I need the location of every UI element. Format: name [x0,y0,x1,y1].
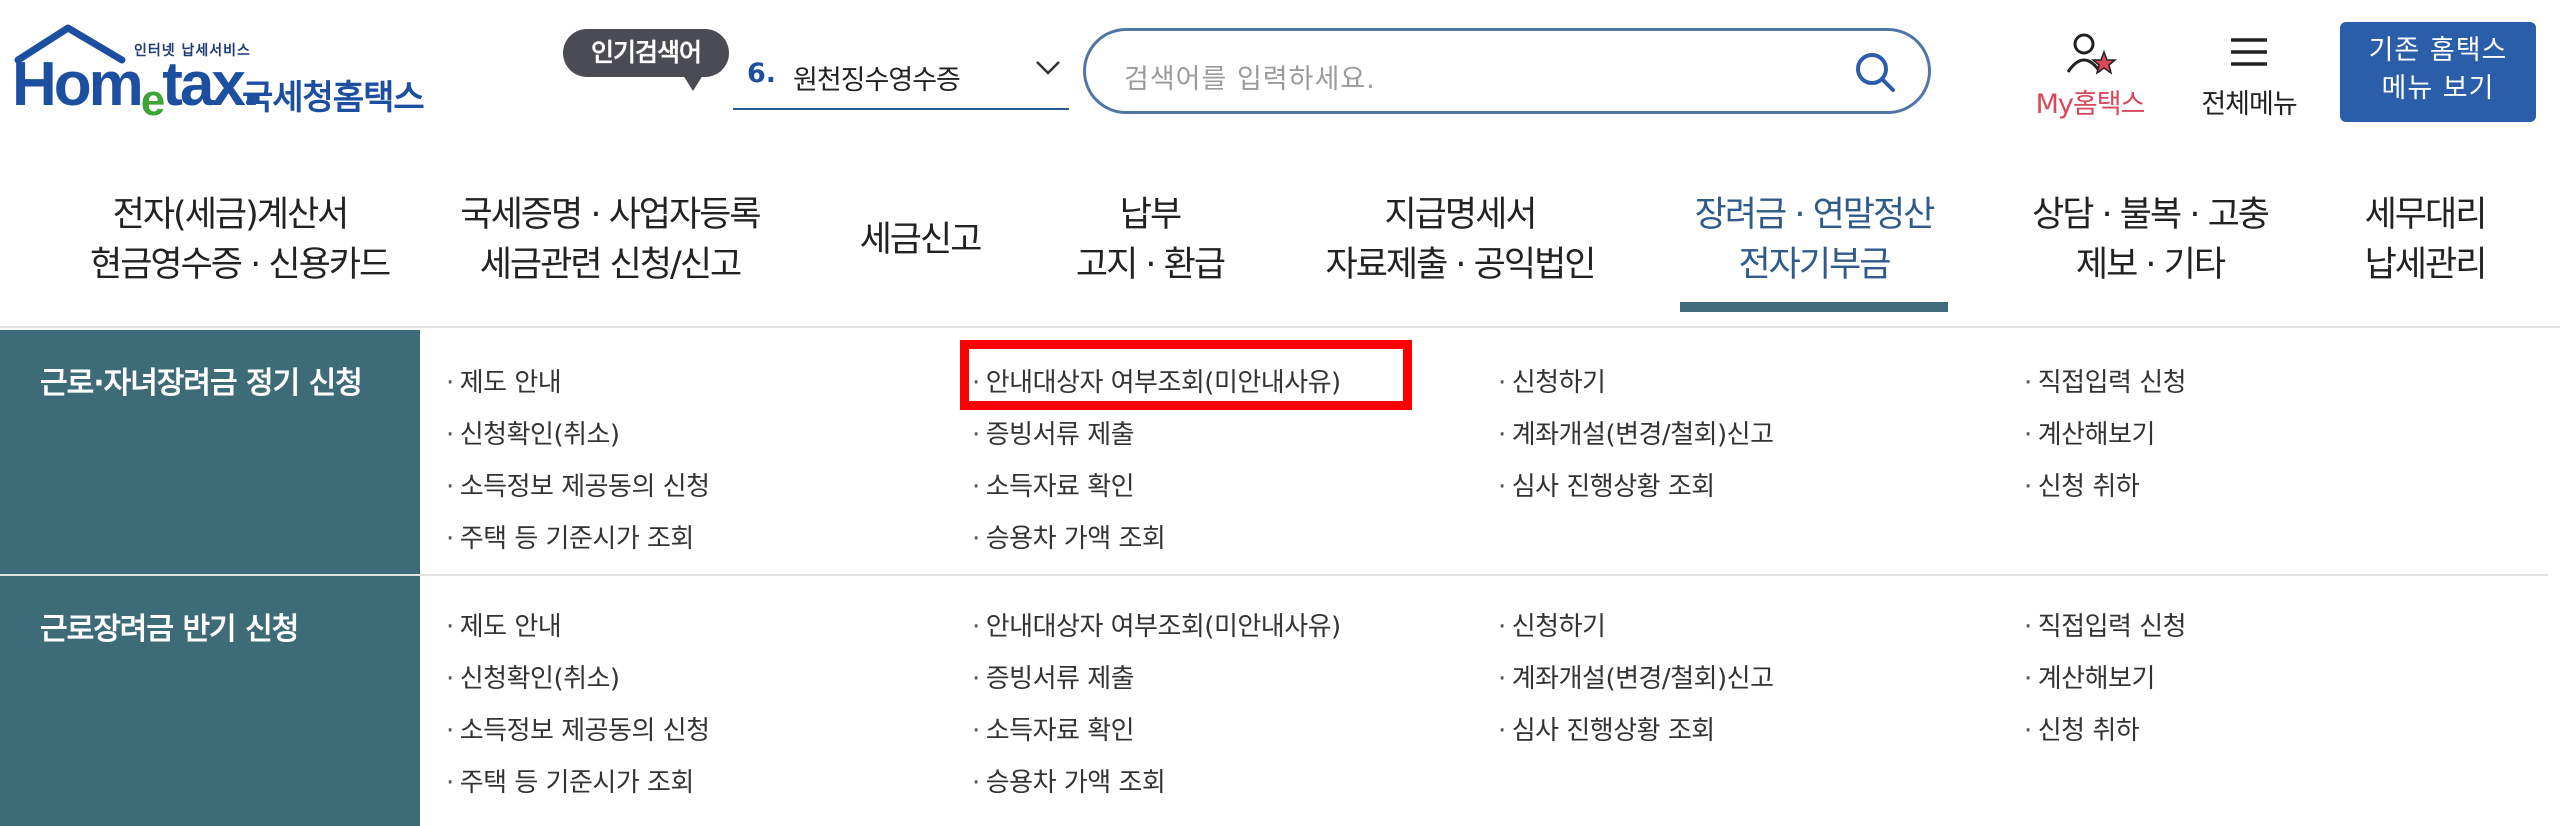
link-withdraw-application[interactable]: 신청 취하 [2024,466,2140,503]
gnb-divider [0,326,2560,328]
section-sidebar: 근로장려금 반기 신청 [0,576,420,826]
link-house-price-check[interactable]: 주택 등 기준시가 조회 [446,518,695,555]
link-car-value-check[interactable]: 승용차 가액 조회 [972,762,1166,799]
search-input[interactable]: 검색어를 입력하세요. [1083,28,1931,114]
mytax-button[interactable]: My홈택스 [2020,30,2160,120]
link-withdraw-application[interactable]: 신청 취하 [2024,710,2140,747]
link-income-consent[interactable]: 소득정보 제공동의 신청 [446,466,710,503]
link-calculate[interactable]: 계산해보기 [2024,414,2156,451]
link-system-guide[interactable]: 제도 안내 [446,606,562,643]
gnb-item-payment[interactable]: 납부 고지 · 환급 [1060,190,1240,290]
hamburger-menu-icon [2231,38,2267,66]
all-menu-label: 전체메뉴 [2201,89,2297,120]
link-car-value-check[interactable]: 승용차 가액 조회 [972,518,1166,555]
popular-search-term: 원천징수영수증 [793,65,961,96]
link-review-status[interactable]: 심사 진행상황 조회 [1498,466,1715,503]
gnb-item-tax-report[interactable]: 세금신고 [845,215,995,265]
link-income-data-check[interactable]: 소득자료 확인 [972,710,1135,747]
link-income-consent[interactable]: 소득정보 제공동의 신청 [446,710,710,747]
gnb-item-consult[interactable]: 상담 · 불복 · 고충 제보 · 기타 [2020,190,2280,290]
link-submit-documents[interactable]: 증빙서류 제출 [972,414,1135,451]
section-semiannual-incentive: 근로장려금 반기 신청 제도 안내 안내대상자 여부조회(미안내사유) 신청하기… [0,576,2548,826]
link-calculate[interactable]: 계산해보기 [2024,658,2156,695]
logo-wordmark: Hometax. [12,50,260,125]
all-menu-button[interactable]: 전체메뉴 [2184,30,2314,120]
popular-search-rank: 6. [747,58,777,89]
link-income-data-check[interactable]: 소득자료 확인 [972,466,1135,503]
gnb-item-tax-agent[interactable]: 세무대리 납세관리 [2350,190,2500,290]
old-menu-line1: 기존 홈택스 [2368,35,2508,66]
chevron-down-icon [1031,50,1065,92]
section-sidebar: 근로·자녀장려금 정기 신청 [0,330,420,574]
user-star-icon [2066,33,2118,75]
section-title: 근로장려금 반기 신청 [40,612,299,647]
mytax-label: My홈택스 [2035,89,2146,120]
link-system-guide[interactable]: 제도 안내 [446,362,562,399]
old-hometax-menu-button[interactable]: 기존 홈택스 메뉴 보기 [2340,22,2536,122]
link-direct-input-apply[interactable]: 직접입력 신청 [2024,362,2187,399]
link-house-price-check[interactable]: 주택 등 기준시가 조회 [446,762,695,799]
gnb-item-e-invoice[interactable]: 전자(세금)계산서 현금영수증 · 신용카드 [90,190,391,290]
site-header: 인터넷 납세서비스 Hometax. 국세청홈택스 인기검색어 6. 원천징수영… [0,0,2560,150]
link-review-status[interactable]: 심사 진행상황 조회 [1498,710,1715,747]
gnb-item-payment-statement[interactable]: 지급명세서 자료제출 · 공익법인 [1310,190,1610,290]
link-apply[interactable]: 신청하기 [1498,362,1606,399]
link-account-report[interactable]: 계좌개설(변경/철회)신고 [1498,658,1774,695]
popular-search-dropdown[interactable]: 6. 원천징수영수증 [733,46,1069,110]
gnb-active-indicator [1680,302,1948,312]
link-apply[interactable]: 신청하기 [1498,606,1606,643]
link-confirm-cancel[interactable]: 신청확인(취소) [446,658,620,695]
main-navigation: 전자(세금)계산서 현금영수증 · 신용카드 국세증명 · 사업자등록 세금관련… [0,150,2560,328]
section-title: 근로·자녀장려금 정기 신청 [40,366,363,401]
search-icon[interactable] [1852,49,1898,95]
hometax-logo[interactable]: 인터넷 납세서비스 Hometax. 국세청홈택스 [12,24,432,125]
link-account-report[interactable]: 계좌개설(변경/철회)신고 [1498,414,1774,451]
gnb-item-incentive[interactable]: 장려금 · 연말정산 전자기부금 [1680,190,1948,290]
old-menu-line2: 메뉴 보기 [2381,73,2495,104]
highlight-box [960,340,1412,410]
logo-korean-name: 국세청홈택스 [242,78,425,118]
link-eligibility-check[interactable]: 안내대상자 여부조회(미안내사유) [972,606,1341,643]
link-submit-documents[interactable]: 증빙서류 제출 [972,658,1135,695]
gnb-item-certificate[interactable]: 국세증명 · 사업자등록 세금관련 신청/신고 [450,190,770,290]
link-direct-input-apply[interactable]: 직접입력 신청 [2024,606,2187,643]
link-confirm-cancel[interactable]: 신청확인(취소) [446,414,620,451]
search-placeholder: 검색어를 입력하세요. [1124,64,1376,95]
popular-search-badge: 인기검색어 [563,29,729,91]
